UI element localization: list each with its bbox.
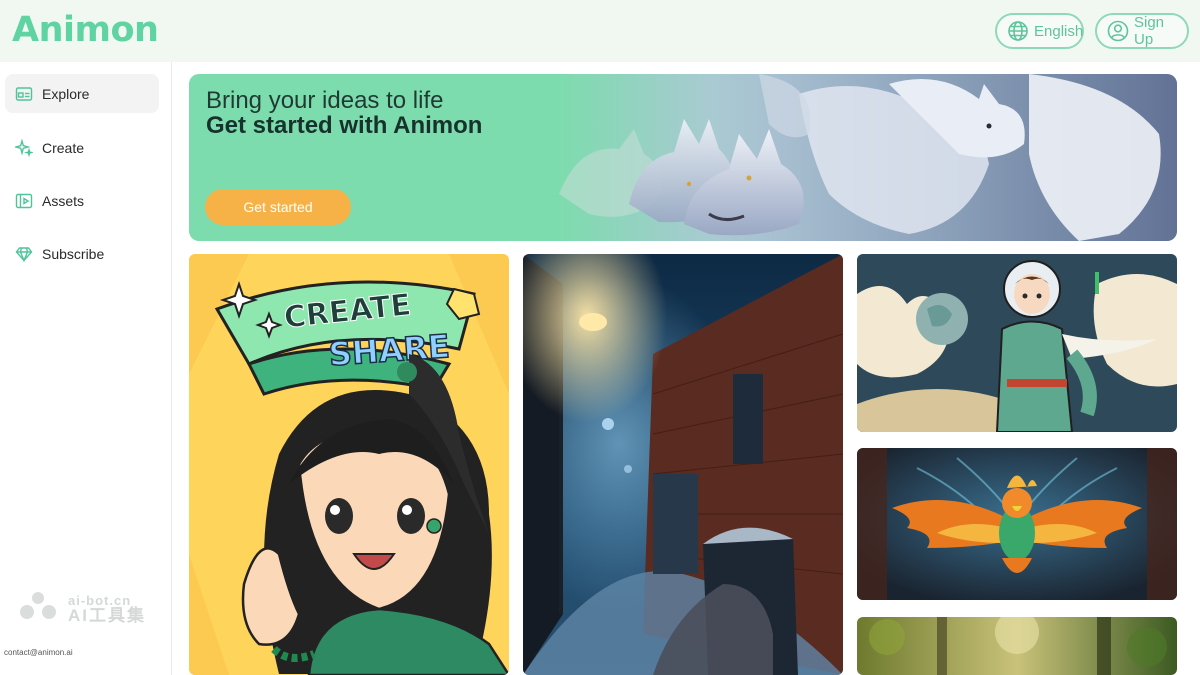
sign-up-button[interactable]: Sign Up: [1095, 13, 1189, 49]
sidebar-item-assets[interactable]: Assets: [5, 181, 159, 220]
sidebar-item-label: Create: [42, 139, 85, 156]
hero-banner: Bring your ideas to life Get started wit…: [189, 74, 1177, 241]
banner-subtitle: Get started with Animon: [206, 112, 483, 139]
sidebar: Explore Create Assets Subscribe ai-bot.c…: [0, 62, 172, 675]
globe-icon: [1007, 20, 1029, 42]
user-icon: [1107, 20, 1129, 42]
watermark-url: ai-bot.cn: [68, 592, 132, 608]
sidebar-item-subscribe[interactable]: Subscribe: [5, 234, 159, 273]
phoenix-illustration: [857, 448, 1177, 600]
snowy-alley-illustration: [523, 254, 843, 675]
husky-wolves-image: [559, 74, 1177, 241]
watermark-logo-icon: [16, 590, 62, 627]
animon-logo[interactable]: Animon: [12, 10, 159, 50]
gallery-card-astronaut[interactable]: [857, 254, 1177, 432]
sidebar-item-label: Subscribe: [42, 245, 105, 262]
watermark: ai-bot.cn AI工具集: [16, 590, 146, 627]
gallery-card-snowy-alley[interactable]: [523, 254, 843, 675]
sparkle-icon: [15, 138, 33, 157]
sidebar-item-label: Explore: [42, 85, 90, 102]
language-label: English: [1034, 22, 1084, 40]
watermark-title: AI工具集: [68, 605, 146, 625]
create-share-illustration: CREATE SHARE: [189, 254, 509, 675]
explore-icon: [15, 85, 33, 103]
assets-icon: [15, 192, 33, 210]
forest-illustration: [857, 617, 1177, 675]
language-button[interactable]: English: [995, 13, 1084, 49]
sidebar-item-create[interactable]: Create: [5, 128, 159, 167]
astronaut-illustration: [857, 254, 1177, 432]
diamond-icon: [15, 245, 33, 263]
gallery-card-phoenix[interactable]: [857, 448, 1177, 600]
sidebar-item-label: Assets: [42, 192, 85, 209]
sidebar-item-explore[interactable]: Explore: [5, 74, 159, 113]
get-started-button[interactable]: Get started: [205, 189, 351, 225]
banner-title: Bring your ideas to life: [206, 87, 444, 114]
gallery-card-forest[interactable]: [857, 617, 1177, 675]
top-header: Animon English Sign Up: [0, 0, 1200, 62]
gallery-card-create-share[interactable]: CREATE SHARE: [189, 254, 509, 675]
contact-email[interactable]: contact@animon.ai: [4, 648, 73, 657]
sign-up-label: Sign Up: [1134, 14, 1165, 48]
